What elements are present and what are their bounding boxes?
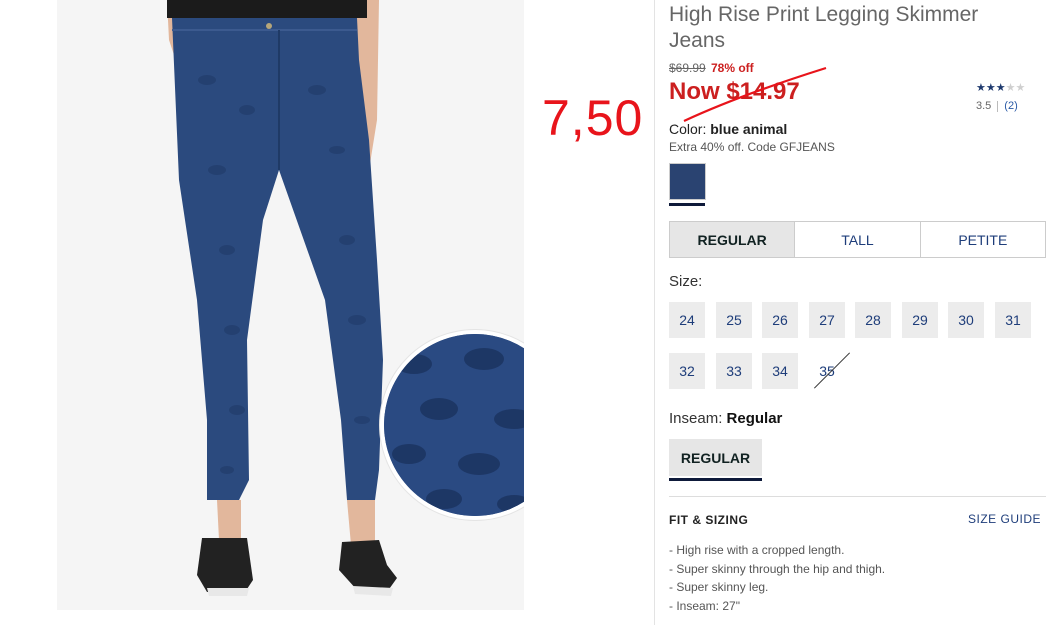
product-image[interactable] <box>57 0 524 610</box>
size-option-29[interactable]: 29 <box>902 302 938 338</box>
review-count-link[interactable]: (2) <box>1004 100 1017 112</box>
swatch-selected-indicator <box>669 203 705 206</box>
rating-value: 3.5 <box>976 100 992 112</box>
size-option-30[interactable]: 30 <box>948 302 984 338</box>
section-divider <box>669 496 1046 497</box>
list-item: - Super skinny through the hip and thigh… <box>669 561 886 576</box>
rating-widget[interactable]: ★★★★★ 3.5 (2) <box>976 82 1025 112</box>
percent-off: 78% off <box>711 61 754 75</box>
size-guide-link[interactable]: SIZE GUIDE <box>968 512 1041 526</box>
fabric-pattern <box>384 334 524 516</box>
size-option-24[interactable]: 24 <box>669 302 705 338</box>
annotation-new-price: 7,50 <box>542 90 644 146</box>
jeans-illustration <box>167 0 397 596</box>
size-option-34[interactable]: 34 <box>762 353 798 389</box>
column-divider <box>654 0 655 625</box>
original-price: $69.99 <box>669 61 706 75</box>
size-option-27[interactable]: 27 <box>809 302 845 338</box>
size-option-26[interactable]: 26 <box>762 302 798 338</box>
color-swatch-blue-animal[interactable] <box>669 163 706 200</box>
star-rating-icon: ★★★★★ <box>976 82 1026 94</box>
color-value: blue animal <box>710 121 788 137</box>
tab-petite[interactable]: PETITE <box>921 222 1045 257</box>
product-title: High Rise Print Legging Skimmer Jeans <box>669 3 979 52</box>
inseam-regular-button[interactable]: REGULAR <box>669 439 762 476</box>
size-option-31[interactable]: 31 <box>995 302 1031 338</box>
size-option-35-unavailable[interactable]: 35 <box>809 353 845 389</box>
inseam-value: Regular <box>726 410 783 427</box>
fit-sizing-heading[interactable]: FIT & SIZING <box>669 513 748 527</box>
tab-regular[interactable]: REGULAR <box>670 222 796 257</box>
list-item: - Inseam: 27" <box>669 598 740 613</box>
promo-text: Extra 40% off. Code GFJEANS <box>669 140 835 154</box>
inseam-selected-indicator <box>669 478 762 481</box>
color-label: Color: <box>669 121 707 137</box>
size-option-25[interactable]: 25 <box>716 302 752 338</box>
size-option-28[interactable]: 28 <box>855 302 891 338</box>
inseam-selection: Inseam: Regular <box>669 410 782 427</box>
size-option-33[interactable]: 33 <box>716 353 752 389</box>
size-label: Size: <box>669 273 703 290</box>
fit-details-list: - High rise with a cropped length. - Sup… <box>669 541 885 615</box>
inseam-label: Inseam: <box>669 410 723 427</box>
list-item: - High rise with a cropped length. <box>669 543 845 557</box>
tab-tall[interactable]: TALL <box>795 222 921 257</box>
fit-tabs: REGULAR TALL PETITE <box>669 221 1046 258</box>
size-option-32[interactable]: 32 <box>669 353 705 389</box>
sale-price: Now $14.97 <box>669 78 800 105</box>
list-item: - Super skinny leg. <box>669 580 769 594</box>
color-selection: Color: blue animal <box>669 121 787 137</box>
